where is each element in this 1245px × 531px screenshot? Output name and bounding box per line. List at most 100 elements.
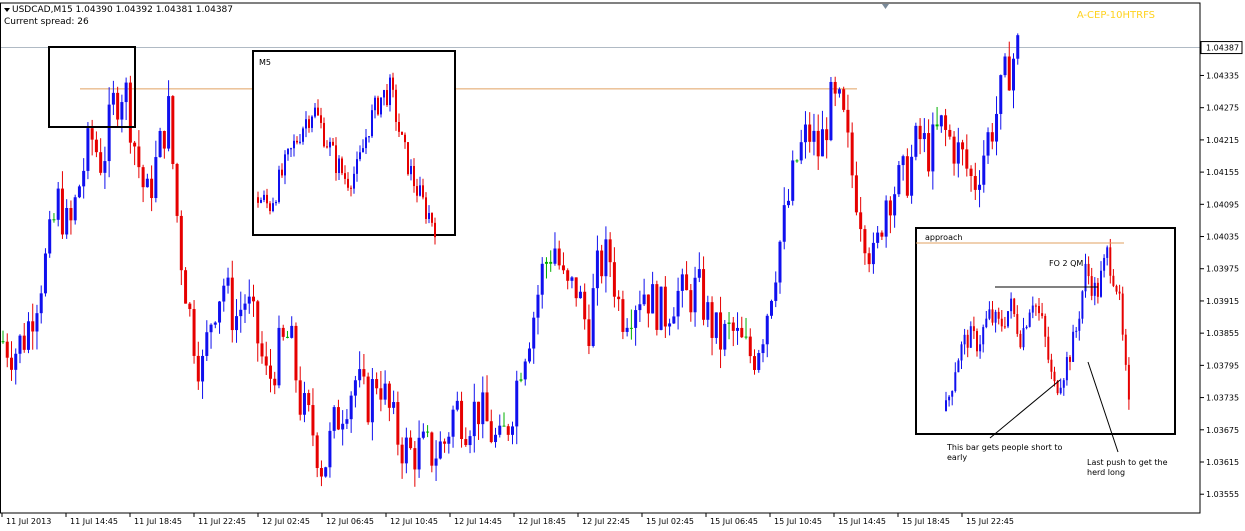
m5-candle-body [296, 140, 298, 143]
fo-candle-body [985, 318, 988, 328]
m5-candle-body [356, 159, 358, 174]
candle-body [90, 128, 94, 140]
fo-candle-body [991, 309, 994, 323]
candle-body [392, 402, 396, 408]
candle-body [714, 312, 718, 338]
candle-body [744, 336, 748, 338]
candle-body [931, 124, 935, 172]
candle-body [761, 344, 765, 354]
candle-body [621, 299, 625, 332]
candle-body [532, 317, 536, 349]
candle-body [591, 288, 595, 347]
candle-body [464, 439, 468, 446]
candle-body [825, 129, 829, 141]
candle-body [111, 92, 115, 105]
fo-candle-body [1034, 305, 1037, 307]
candle-body [341, 423, 345, 430]
candle-body [638, 304, 642, 311]
candle-body [982, 155, 986, 185]
fo-candle-body [1112, 275, 1115, 286]
m5-candle-body [344, 173, 346, 179]
fo-candle-body [1010, 298, 1013, 312]
m5-candle-body [320, 115, 322, 123]
candle-body [366, 376, 370, 423]
fo-candle-body [1093, 282, 1096, 296]
y-tick-label: 1.03615 [1206, 458, 1239, 467]
current-spread: Current spread: 26 [4, 17, 89, 27]
m5-candle-body [413, 166, 415, 187]
candle-body [617, 296, 621, 300]
candle-body [294, 325, 298, 381]
candle-body [587, 319, 591, 347]
candle-body [235, 316, 239, 331]
fo-candle-body [1047, 336, 1050, 360]
m5-candle-body [353, 173, 355, 189]
candle-body [9, 357, 13, 370]
candle-body [400, 444, 404, 464]
m5-inset-box [252, 50, 456, 236]
fo-candle-body [963, 334, 966, 345]
m5-candle-body [416, 186, 418, 196]
candle-body [918, 125, 922, 140]
candle-body [706, 302, 710, 320]
candle-body [710, 302, 714, 338]
candle-body [290, 325, 294, 338]
candle-body [753, 356, 757, 370]
candle-body [120, 102, 124, 120]
x-tick-label: 12 Jul 22:45 [582, 517, 630, 526]
candle-body [128, 82, 132, 143]
y-tick-label: 1.03855 [1206, 329, 1239, 338]
candle-body [948, 129, 952, 137]
candle-body [914, 125, 918, 157]
m5-candle-body [281, 169, 283, 176]
fo-candle-body [1041, 313, 1044, 316]
fo-candle-body [1124, 334, 1127, 365]
candle-body [625, 327, 629, 332]
x-tick-label: 15 Jul 02:45 [646, 517, 694, 526]
candle-body [256, 301, 260, 344]
fo-candle-body [1013, 298, 1016, 315]
candle-body [663, 286, 667, 327]
candle-body [447, 436, 451, 444]
fo-candle-body [1069, 357, 1071, 362]
candle-body [273, 378, 277, 386]
fo-candle-body [1096, 282, 1099, 297]
m5-candle-body [305, 119, 307, 129]
candle-body [460, 400, 464, 440]
candle-body [863, 229, 867, 254]
fo-candle-body [1059, 387, 1062, 394]
m5-candle-body [419, 185, 421, 196]
m5-candle-body [377, 97, 379, 115]
candle-body [748, 336, 752, 357]
m5-candle-body [347, 178, 349, 188]
candle-body [757, 353, 761, 370]
candle-body [523, 361, 527, 380]
candle-body [345, 419, 349, 424]
candle-body [103, 161, 107, 173]
candle-body [574, 277, 578, 299]
candle-body [196, 355, 200, 382]
chart-menu-triangle-icon[interactable] [4, 8, 10, 12]
candle-body [349, 395, 353, 420]
candle-body [39, 293, 43, 314]
candle-body [137, 146, 141, 168]
candle-body [14, 353, 18, 370]
candle-body [421, 431, 425, 438]
fo-label: FO 2 QM [1049, 259, 1084, 268]
candle-body [77, 186, 81, 198]
candle-body [175, 164, 179, 216]
fo-candle-body [1087, 263, 1090, 277]
m5-candle-body [395, 89, 397, 122]
m5-candle-body [422, 185, 424, 198]
candle-body [239, 309, 243, 317]
candle-body [549, 261, 553, 264]
candle-body [260, 343, 264, 357]
candle-body [264, 356, 268, 366]
candle-body [477, 401, 481, 425]
candle-body [655, 284, 659, 330]
m5-candle-body [368, 136, 370, 138]
fo-candle-body [966, 334, 969, 348]
fo-candle-body [1044, 315, 1047, 337]
candle-body [786, 200, 790, 206]
candle-body [956, 142, 960, 164]
